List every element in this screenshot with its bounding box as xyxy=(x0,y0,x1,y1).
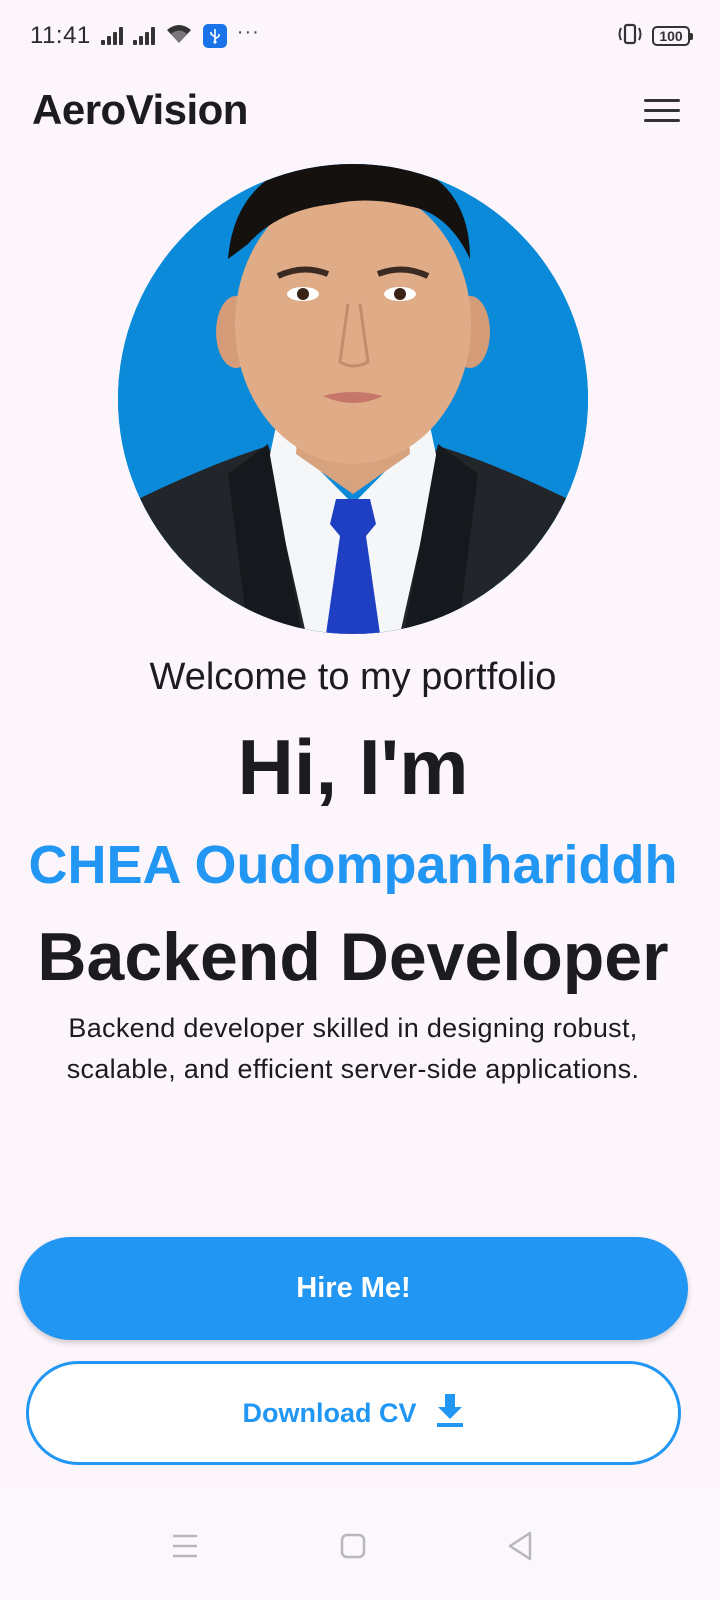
greeting-heading: Hi, I'm xyxy=(237,723,469,811)
signal-icon xyxy=(132,27,155,45)
developer-name: CHEA Oudompanhariddh xyxy=(28,835,678,895)
status-right: 100 xyxy=(616,23,693,50)
status-time: 11:41 xyxy=(30,22,91,49)
hamburger-menu-icon xyxy=(644,98,680,102)
welcome-text: Welcome to my portfolio xyxy=(149,656,557,698)
app-title: AeroVision xyxy=(32,86,248,133)
wifi-icon xyxy=(165,23,193,50)
vibrate-icon xyxy=(616,23,644,50)
signal-icon xyxy=(100,27,123,45)
app-bar: AeroVision xyxy=(0,72,720,148)
menu-button[interactable] xyxy=(644,90,684,130)
role-heading: Backend Developer xyxy=(37,919,669,995)
home-icon[interactable] xyxy=(331,1524,375,1568)
status-left: 11:41 ··· xyxy=(30,20,260,50)
profile-photo xyxy=(118,164,588,634)
system-navigation-bar xyxy=(0,1488,720,1600)
status-bar: 11:41 ··· 100 xyxy=(0,0,720,72)
battery-icon: 100 xyxy=(652,26,693,46)
download-icon xyxy=(435,1392,465,1435)
download-cv-button[interactable]: Download CV xyxy=(26,1361,681,1465)
bio-description: Backend developer skilled in designing r… xyxy=(66,1013,640,1084)
download-cv-label: Download CV xyxy=(242,1397,417,1428)
hire-me-label: Hire Me! xyxy=(296,1272,411,1304)
more-notifications-icon: ··· xyxy=(236,20,260,43)
back-icon[interactable] xyxy=(499,1524,543,1568)
hire-me-button[interactable]: Hire Me! xyxy=(19,1237,688,1340)
recent-apps-icon[interactable] xyxy=(163,1524,207,1568)
usb-icon xyxy=(202,24,227,48)
